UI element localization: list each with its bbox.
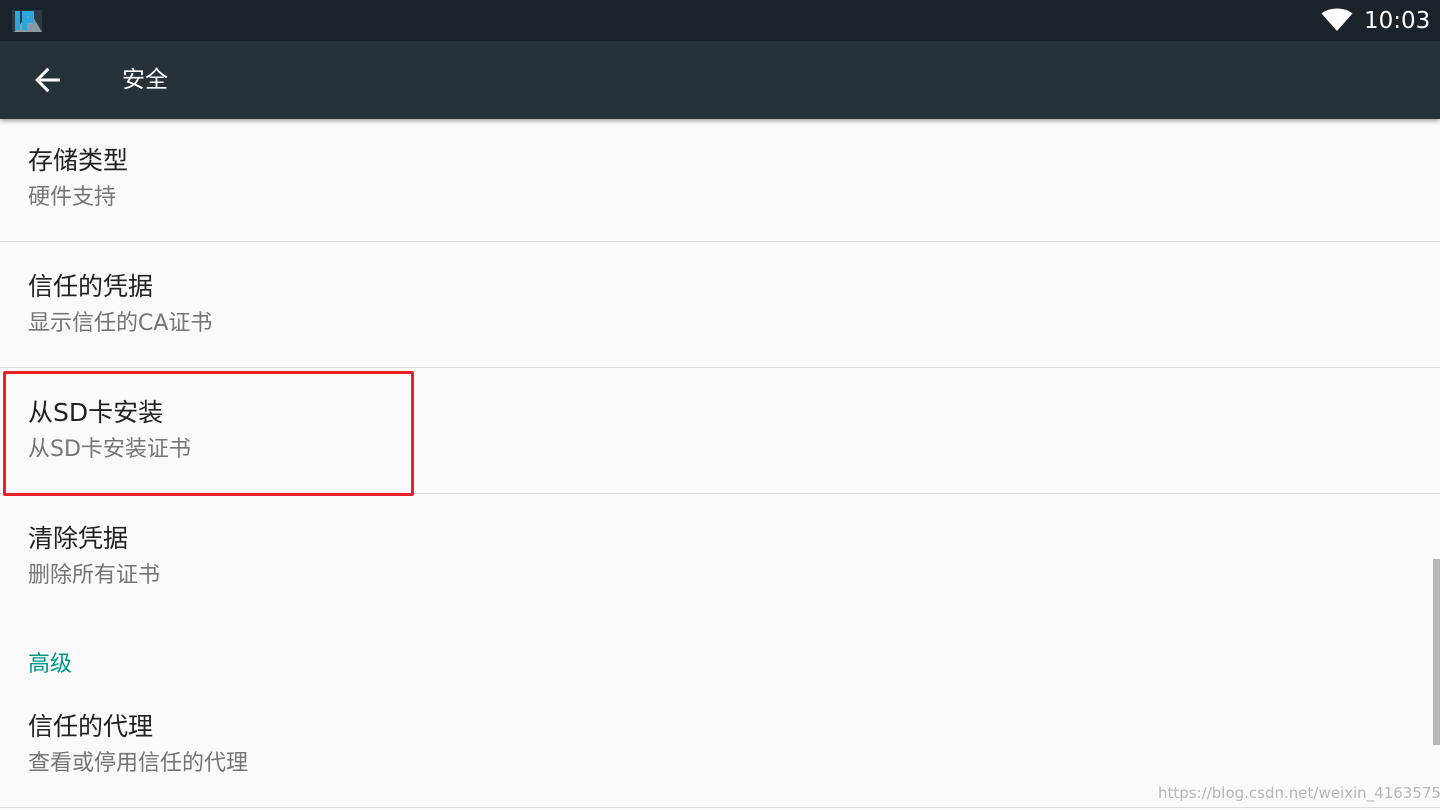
pref-title: 信任的凭据: [28, 272, 154, 301]
status-time: 10:03: [1364, 8, 1431, 34]
wifi-icon: [1321, 8, 1353, 32]
pref-storage-type[interactable]: 存储类型 硬件支持: [0, 119, 1440, 241]
pref-title: 信任的代理: [28, 712, 154, 741]
page-title: 安全: [122, 67, 168, 93]
toolbar: 安全: [0, 41, 1440, 119]
pref-summary: 硬件支持: [28, 185, 117, 210]
back-arrow-icon: [35, 67, 60, 93]
pref-summary: 查看或停用信任的代理: [28, 751, 249, 776]
pref-clear-credentials[interactable]: 清除凭据 删除所有证书: [0, 494, 1440, 604]
watermark: https://blog.csdn.net/weixin_41635750: [1158, 784, 1440, 802]
back-button[interactable]: [24, 56, 72, 104]
status-bar: 10:03: [0, 0, 1440, 41]
pref-install-from-sd[interactable]: 从SD卡安装 从SD卡安装证书: [0, 368, 1440, 493]
pref-title: 存储类型: [28, 146, 129, 175]
app-logo-icon: [12, 8, 44, 34]
scrollbar[interactable]: [1433, 559, 1440, 745]
preference-list[interactable]: 存储类型 硬件支持 信任的凭据 显示信任的CA证书 从SD卡安装 从SD卡安装证…: [0, 119, 1440, 810]
category-advanced-header: 高级: [28, 652, 73, 677]
pref-title: 清除凭据: [28, 524, 129, 553]
pref-summary: 从SD卡安装证书: [28, 437, 191, 462]
pref-trusted-credentials[interactable]: 信任的凭据 显示信任的CA证书: [0, 242, 1440, 367]
pref-summary: 显示信任的CA证书: [28, 311, 213, 336]
pref-title: 从SD卡安装: [28, 398, 164, 427]
pref-summary: 删除所有证书: [28, 563, 161, 588]
divider: [0, 807, 1440, 808]
